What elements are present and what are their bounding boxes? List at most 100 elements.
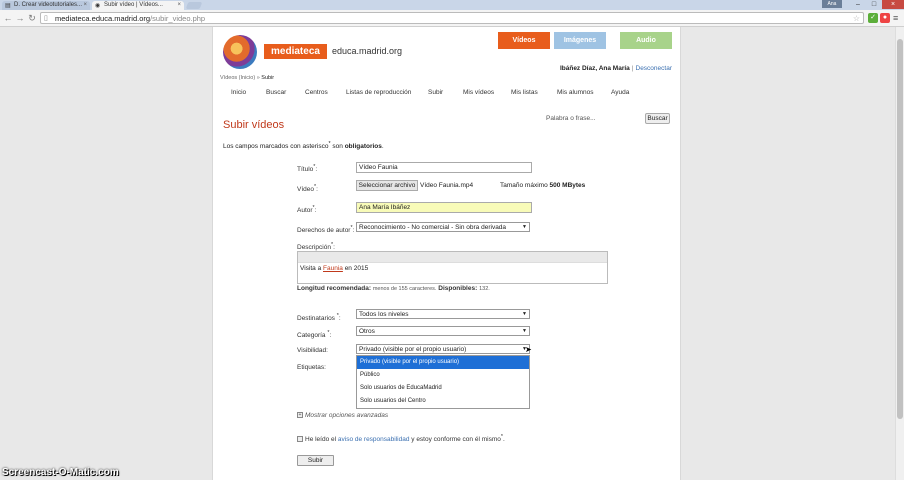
close-icon[interactable]: × (177, 1, 181, 10)
browser-tab-2[interactable]: ◉ Subir vídeo | Vídeos... × (92, 1, 184, 10)
autor-label: Autor*: (297, 205, 317, 215)
nav-subir[interactable]: Subir (428, 89, 443, 96)
maximize-icon[interactable]: □ (866, 0, 882, 9)
watermark: Screencast-O-Matic.com (2, 467, 119, 478)
responsibility-link[interactable]: aviso de responsabilidad (338, 436, 410, 443)
accept-checkbox[interactable] (297, 436, 303, 443)
derechos-label: Derechos de autor*: (297, 225, 355, 235)
extension-record-icon[interactable]: ● (880, 13, 890, 23)
submit-button[interactable]: Subir (297, 455, 334, 466)
visibilidad-value: Privado (visible por el propio usuario) (359, 346, 467, 353)
logo-domain: educa.madrid.org (332, 46, 403, 56)
address-bar[interactable]: ▯ mediateca.educa.madrid.org/subir_video… (40, 12, 864, 24)
mouse-cursor-icon: ➤ (525, 345, 532, 354)
destinatarios-value: Todos los niveles (359, 311, 409, 318)
nav-mis-alumnos[interactable]: Mis alumnos (557, 89, 593, 96)
nav-listas[interactable]: Listas de reproducción (346, 89, 411, 96)
accept-text-post: y estoy conforme con él mismo (409, 436, 501, 444)
descripcion-link[interactable]: Faunia (323, 265, 343, 272)
visibilidad-option-centro[interactable]: Solo usuarios del Centro (357, 395, 529, 408)
tab-1-label: D. Crear videotutoriales... (14, 2, 83, 8)
page-viewport: mediateca educa.madrid.org Vídeos Imágen… (0, 27, 904, 480)
browser-titlebar: ▤ D. Crear videotutoriales... × ◉ Subir … (0, 0, 904, 10)
descripcion-textarea[interactable]: Visita a Faunia en 2015 (297, 251, 608, 284)
page-icon: ▤ (5, 3, 11, 9)
accept-text-pre: He leído el (305, 436, 338, 444)
visibilidad-option-educamadrid[interactable]: Solo usuarios de EducaMadrid (357, 382, 529, 395)
max-size-note: Tamaño máximo 500 MBytes (500, 182, 586, 189)
breadcrumb-current: Subir (261, 75, 275, 81)
titulo-label: Título*: (297, 164, 318, 174)
browser-tab-1[interactable]: ▤ D. Crear videotutoriales... × (2, 1, 90, 10)
window-close-icon[interactable]: × (882, 0, 904, 9)
nav-inicio[interactable]: Inicio (231, 89, 246, 96)
forward-icon[interactable]: → (14, 12, 26, 24)
required-note-end: . (381, 143, 384, 151)
advanced-options-label: Mostrar opciones avanzadas (305, 412, 389, 419)
video-label: Vídeo*: (297, 184, 318, 194)
user-separator: | (631, 65, 634, 72)
required-note-mid: son (330, 143, 345, 151)
categoria-select[interactable]: Otros ▼ (356, 326, 530, 336)
user-info: Ibáñez Díaz, Ana María | Desconectar (560, 65, 672, 72)
back-icon[interactable]: ← (2, 12, 14, 24)
nav-buscar[interactable]: Buscar (266, 89, 286, 96)
tab-videos[interactable]: Vídeos (498, 32, 550, 49)
minimize-icon[interactable]: – (850, 0, 866, 9)
advanced-options-toggle[interactable]: + Mostrar opciones avanzadas (297, 412, 388, 419)
page-title: Subir vídeos (223, 119, 285, 131)
expand-icon: + (297, 412, 303, 419)
search-input[interactable]: Palabra o frase... (546, 115, 596, 122)
autor-input[interactable]: Ana María Ibáñez (356, 202, 532, 213)
descripcion-label: Descripción*: (297, 242, 335, 252)
visibilidad-option-privado[interactable]: Privado (visible por el propio usuario) (357, 356, 529, 369)
categoria-label: Categoría *: (297, 330, 332, 340)
breadcrumb: Vídeos (Inicio) » Subir (220, 75, 274, 81)
extension-check-icon[interactable]: ✓ (868, 13, 878, 23)
tab-imagenes[interactable]: Imágenes (554, 32, 606, 49)
tab-audio[interactable]: Audio (620, 32, 672, 49)
main-nav: Inicio Buscar Centros Listas de reproduc… (213, 89, 682, 101)
reload-icon[interactable]: ↻ (26, 12, 38, 24)
editor-toolbar (298, 252, 607, 263)
descripcion-text: Visita a Faunia en 2015 (300, 265, 369, 272)
close-icon[interactable]: × (83, 1, 87, 10)
search-button[interactable]: Buscar (645, 113, 670, 124)
required-note: Los campos marcados con asterisco* son o… (223, 141, 384, 151)
logo-wordmark[interactable]: mediateca (264, 44, 327, 59)
visibilidad-select[interactable]: Privado (visible por el propio usuario) ▼ (356, 344, 530, 354)
selected-file-name: Vídeo Faunia.mp4 (420, 182, 474, 189)
mediateca-logo-icon[interactable] (223, 35, 257, 69)
length-note: Longitud recomendada: menos de 155 carac… (297, 285, 490, 292)
derechos-value: Reconocimiento - No comercial - Sin obra… (359, 224, 507, 231)
visibilidad-option-publico[interactable]: Público (357, 369, 529, 382)
chevron-down-icon: ▼ (522, 224, 527, 230)
browser-toolbar: ← → ↻ ▯ mediateca.educa.madrid.org/subir… (0, 10, 904, 27)
page-content: mediateca educa.madrid.org Vídeos Imágen… (212, 27, 681, 480)
required-note-text: Los campos marcados con asterisco (223, 143, 329, 151)
categoria-value: Otros (359, 328, 375, 335)
etiquetas-label: Etiquetas: (297, 364, 326, 371)
required-note-bold: obligatorios (344, 143, 382, 151)
nav-centros[interactable]: Centros (305, 89, 328, 96)
profile-badge[interactable]: Ana (822, 0, 842, 8)
page-scrollbar[interactable] (895, 27, 904, 480)
url-host: mediateca.educa.madrid.org (55, 14, 151, 23)
new-tab-button[interactable] (185, 2, 203, 9)
nav-mis-videos[interactable]: Mis vídeos (463, 89, 494, 96)
bookmark-star-icon[interactable]: ☆ (853, 13, 860, 24)
logout-link[interactable]: Desconectar (636, 65, 673, 72)
page-icon: ▯ (44, 15, 48, 22)
nav-ayuda[interactable]: Ayuda (611, 89, 629, 96)
breadcrumb-separator: » (256, 75, 260, 81)
derechos-select[interactable]: Reconocimiento - No comercial - Sin obra… (356, 222, 530, 232)
menu-icon[interactable]: ≡ (893, 12, 902, 24)
nav-mis-listas[interactable]: Mis listas (511, 89, 538, 96)
titulo-input[interactable]: Vídeo Faunia (356, 162, 532, 173)
chevron-down-icon: ▼ (522, 328, 527, 334)
breadcrumb-home[interactable]: Vídeos (Inicio) (220, 75, 255, 81)
destinatarios-select[interactable]: Todos los niveles ▼ (356, 309, 530, 319)
scrollbar-thumb[interactable] (897, 39, 903, 419)
select-file-button[interactable]: Seleccionar archivo (356, 180, 418, 191)
tab-2-label: Subir vídeo | Vídeos... (104, 2, 163, 8)
